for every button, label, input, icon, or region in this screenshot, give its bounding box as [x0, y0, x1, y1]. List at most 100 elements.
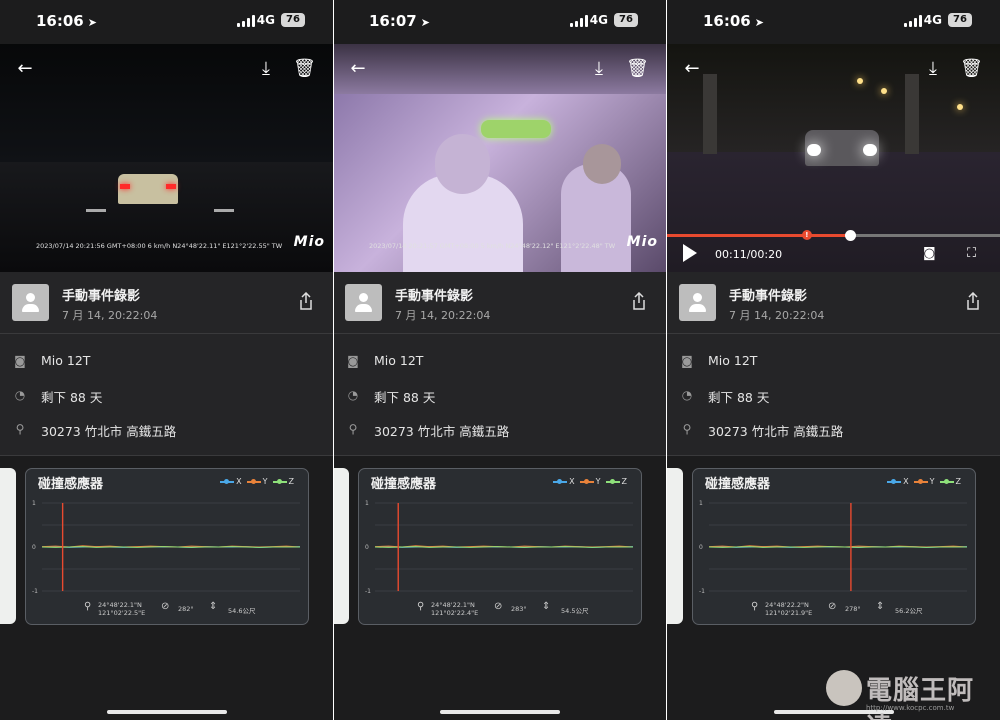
status-bar: 16:06 ➤ 4G 76	[0, 0, 333, 44]
trash-icon[interactable]: 🗑	[960, 58, 983, 80]
detail-address: ⚲ 30273 竹北市 高鐵五路	[0, 414, 333, 444]
detail-address: ⚲ 30273 竹北市 高鐵五路	[333, 414, 666, 444]
y-tick-label: 0	[699, 544, 703, 551]
legend-swatch-x	[887, 478, 902, 484]
trash-icon[interactable]: 🗑	[293, 58, 316, 80]
legend-swatch-z	[272, 478, 287, 484]
share-icon[interactable]	[299, 292, 313, 310]
compass-icon: ⊘	[161, 601, 170, 612]
y-tick-label: -1	[365, 588, 371, 595]
fullscreen-icon[interactable]: ⛶	[967, 246, 976, 261]
panel-divider	[666, 0, 667, 720]
scene-taillight	[120, 184, 130, 189]
chart-legend: X Y Z	[215, 477, 294, 486]
sensor-altitude: 56.2公尺	[895, 607, 923, 615]
signal-icon	[570, 15, 588, 27]
scene-taillight	[166, 184, 176, 189]
map-card-peek[interactable]	[333, 468, 349, 624]
panel-divider	[333, 0, 334, 720]
y-tick-label: -1	[699, 588, 705, 595]
sensor-lat: 24°48'22.1"N	[98, 601, 142, 609]
device-name: Mio 12T	[41, 353, 91, 368]
scene-sky	[0, 44, 333, 164]
remaining-days: 剩下 88 天	[41, 390, 103, 405]
home-indicator	[107, 710, 227, 714]
network-label: 4G	[589, 13, 608, 27]
scene-roof	[333, 44, 666, 94]
status-time: 16:07 ➤	[369, 12, 430, 30]
sensor-chart: 1 0 -1	[365, 500, 634, 595]
scene-pillar	[905, 74, 919, 154]
device-name: Mio 12T	[708, 353, 758, 368]
back-arrow-icon[interactable]: ←	[681, 58, 703, 80]
video-preview[interactable]: ← ⤓ 🗑 2023/07/14 20:21:57 GMT+08:00 5 km…	[333, 44, 666, 272]
chart-legend: X Y Z	[548, 477, 627, 486]
map-card-peek[interactable]	[667, 468, 683, 624]
video-preview[interactable]: ← ⤓ 🗑 2023/07/14 20:21:56 GMT+08:00 6 km…	[0, 44, 333, 272]
crash-sensor-card[interactable]: 碰撞感應器 X Y Z 1 0 -1 ⚲ 24°48'22.1"N 121°02'22.…	[358, 468, 642, 625]
crash-sensor-card[interactable]: 碰撞感應器 X Y Z 1 0 -1 ⚲ 24°48'22.2"N 121°02'21.…	[692, 468, 976, 625]
phone-panel-3: 16:06 ➤ 4G 76 ← ⤓ 🗑 ! 00:11/00:20 ◙ ⛶ 手動事…	[667, 0, 1000, 720]
event-title: 手動事件錄影	[62, 289, 141, 304]
scene-streetlight	[957, 104, 963, 110]
video-progress-fill	[667, 234, 851, 237]
watermark-mascot-icon	[826, 670, 862, 706]
camera-icon: ◙	[14, 354, 26, 368]
mio-logo: Mio	[293, 234, 325, 250]
sensor-altitude: 54.5公尺	[561, 607, 589, 615]
download-icon[interactable]: ⤓	[588, 58, 610, 80]
battery-indicator: 76	[948, 13, 972, 27]
altitude-icon: ⇕	[542, 601, 551, 612]
compass-icon: ⊘	[494, 601, 503, 612]
event-header: 手動事件錄影 7 月 14, 20:22:04	[0, 272, 333, 334]
signal-icon	[237, 15, 255, 27]
map-card-peek[interactable]	[0, 468, 16, 624]
share-icon[interactable]	[632, 292, 646, 310]
back-arrow-icon[interactable]: ←	[14, 58, 36, 80]
play-icon[interactable]	[683, 244, 697, 262]
legend-label-y: Y	[929, 477, 935, 486]
video-player[interactable]: ← ⤓ 🗑 ! 00:11/00:20 ◙ ⛶	[667, 44, 1000, 272]
event-title: 手動事件錄影	[729, 289, 808, 304]
legend-label-y: Y	[262, 477, 268, 486]
details-section: ◙ Mio 12T ◔ 剩下 88 天 ⚲ 30273 竹北市 高鐵五路	[333, 334, 666, 456]
device-name: Mio 12T	[374, 353, 424, 368]
video-timecode: 00:11/00:20	[715, 248, 783, 261]
download-icon[interactable]: ⤓	[255, 58, 277, 80]
sensor-info: ⚲ 24°48'22.2"N 121°02'21.9"E ⊘ 278° ⇕ 56…	[693, 599, 975, 621]
altitude-icon: ⇕	[209, 601, 218, 612]
back-arrow-icon[interactable]: ←	[347, 58, 369, 80]
video-progress-bar[interactable]: !	[667, 230, 1000, 241]
scene-streetlight	[857, 78, 863, 84]
y-tick-label: 0	[32, 544, 36, 551]
scene-blurred-face	[435, 134, 490, 194]
detail-remaining: ◔ 剩下 88 天	[333, 380, 666, 410]
sensor-chart: 1 0 -1	[699, 500, 968, 595]
sensor-heading: 283°	[511, 605, 527, 613]
crash-sensor-card[interactable]: 碰撞感應器 X Y Z 1 0 -1 ⚲ 24°48'22.1"N 121°02'22.…	[25, 468, 309, 625]
detail-device: ◙ Mio 12T	[0, 346, 333, 376]
detail-address: ⚲ 30273 竹北市 高鐵五路	[667, 414, 1000, 444]
legend-swatch-x	[220, 478, 235, 484]
download-icon[interactable]: ⤓	[922, 58, 944, 80]
location-arrow-icon: ➤	[754, 16, 764, 29]
signal-icon	[904, 15, 922, 27]
detail-remaining: ◔ 剩下 88 天	[667, 380, 1000, 410]
snapshot-camera-icon[interactable]: ◙	[923, 246, 936, 261]
detail-remaining: ◔ 剩下 88 天	[0, 380, 333, 410]
scene-pillar	[703, 74, 717, 154]
sensor-lon: 121°02'21.9"E	[765, 609, 813, 617]
status-time: 16:06 ➤	[703, 12, 764, 30]
share-icon[interactable]	[966, 292, 980, 310]
location-pin-icon: ⚲	[751, 601, 759, 612]
trash-icon[interactable]: 🗑	[626, 58, 649, 80]
scene-car	[118, 174, 178, 204]
chart-legend: X Y Z	[882, 477, 961, 486]
battery-indicator: 76	[614, 13, 638, 27]
remaining-days: 剩下 88 天	[708, 390, 770, 405]
network-label: 4G	[256, 13, 275, 27]
phone-panel-2: 16:07 ➤ 4G 76 ← ⤓ 🗑 2023/07/14 20:21:57 G…	[333, 0, 666, 720]
legend-label-y: Y	[595, 477, 601, 486]
sensor-altitude: 54.6公尺	[228, 607, 256, 615]
legend-label-z: Z	[621, 477, 627, 486]
